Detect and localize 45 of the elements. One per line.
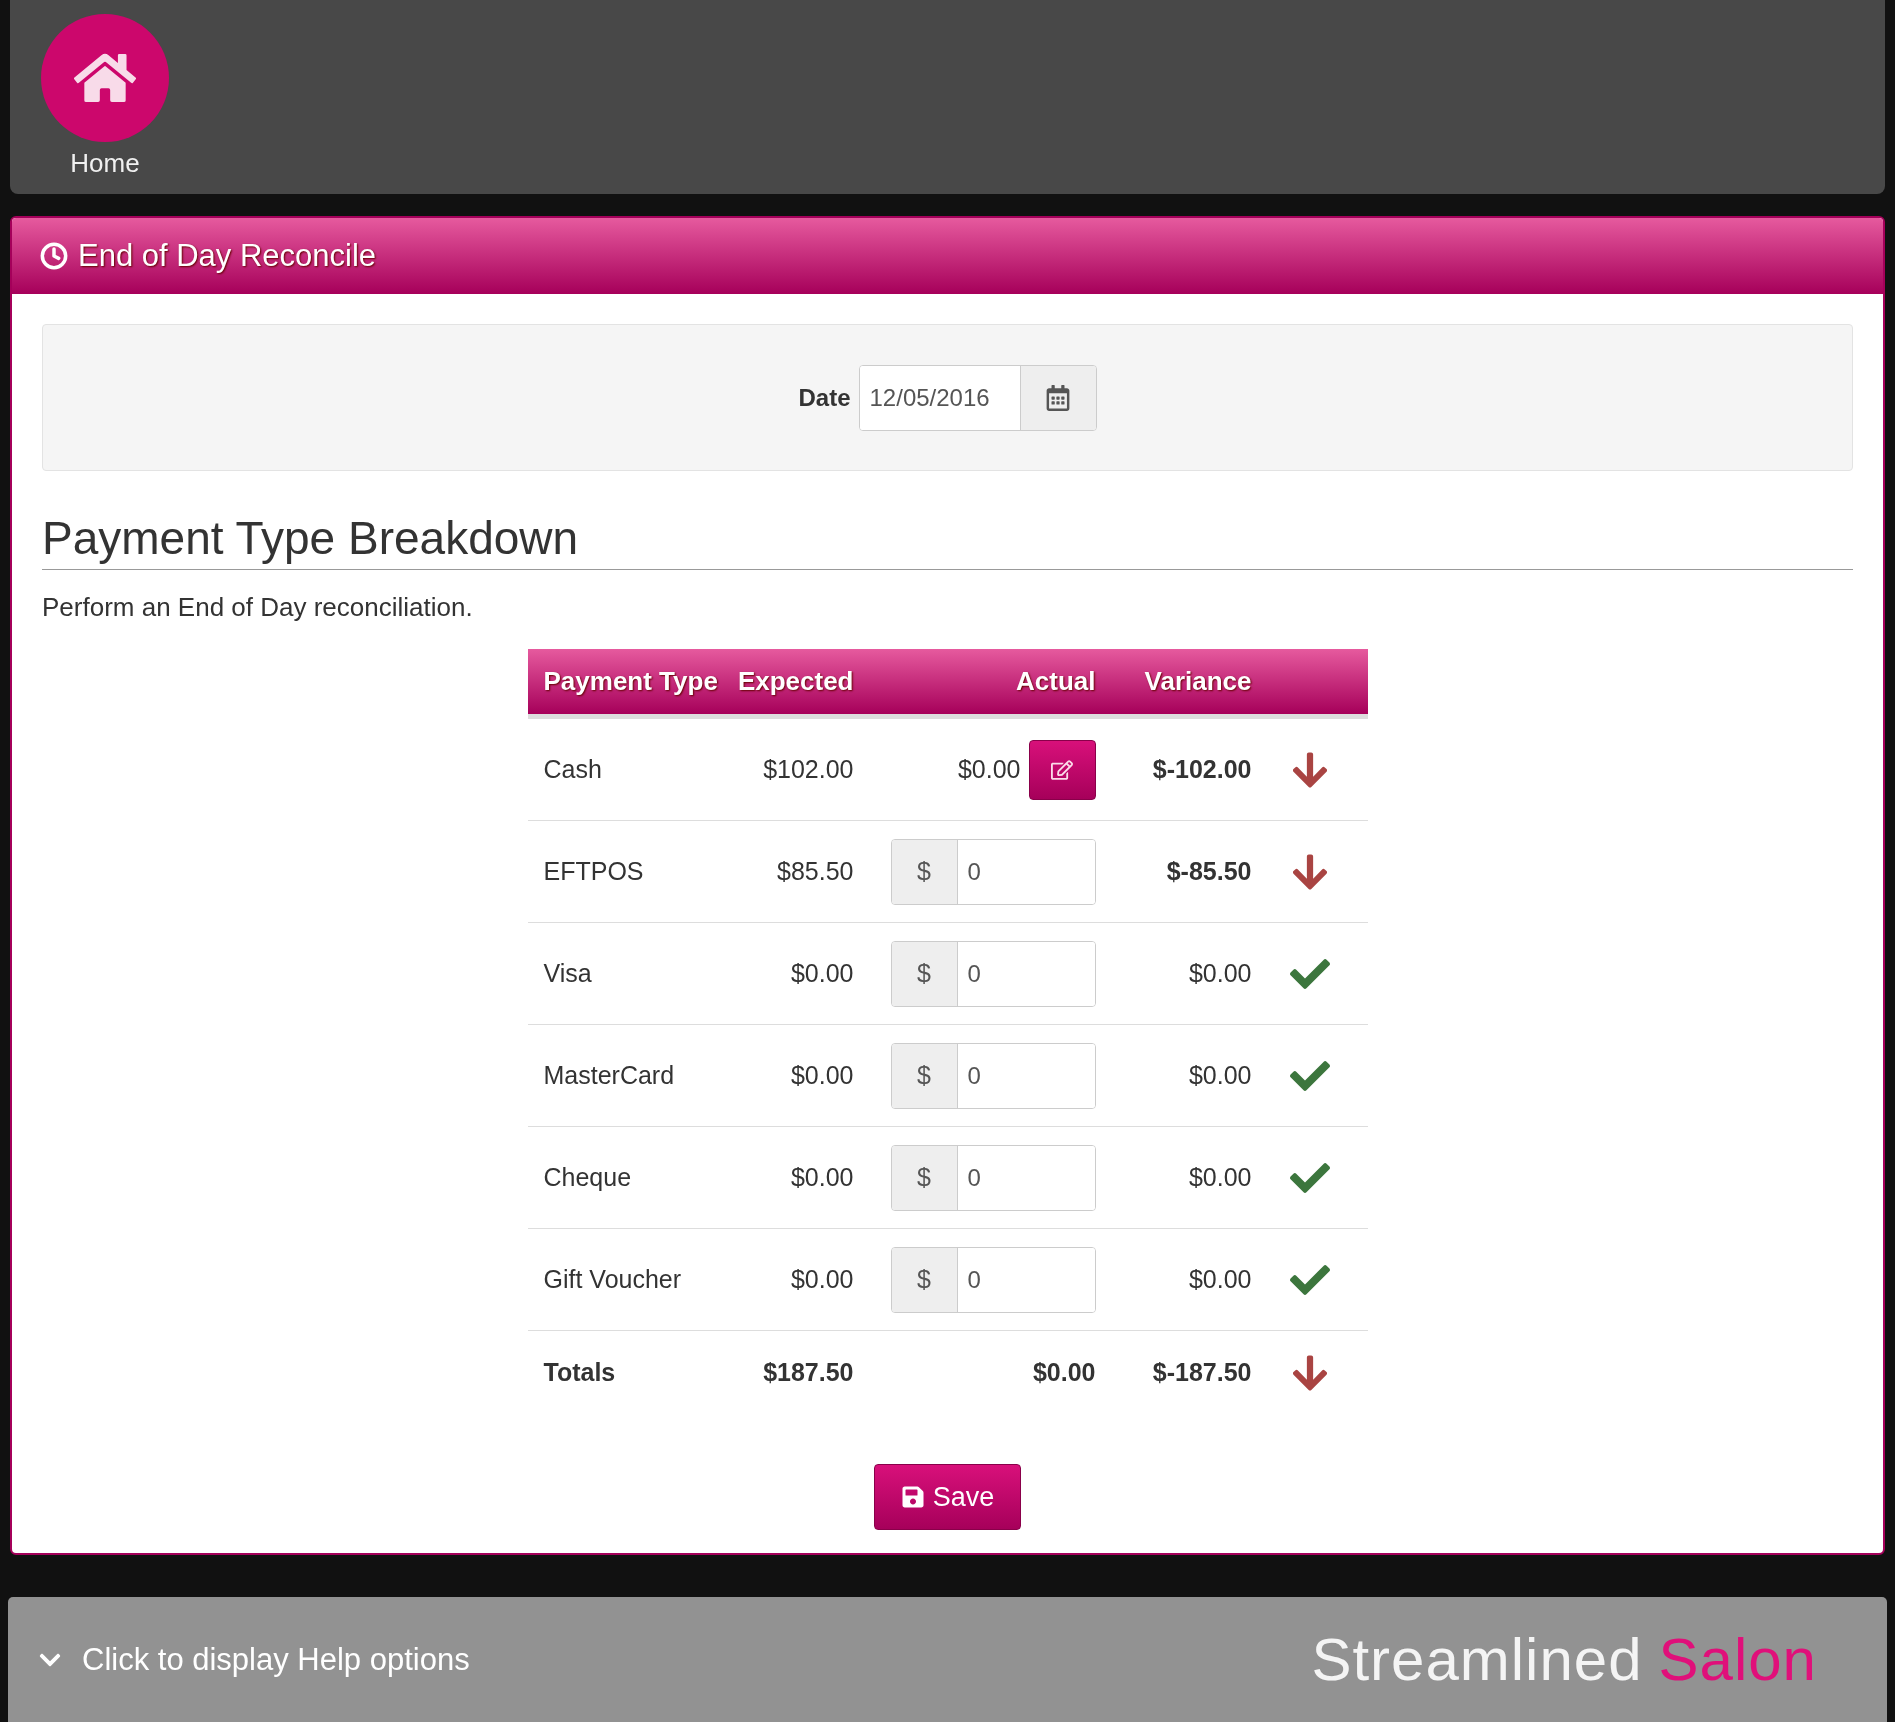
column-header: Payment Type xyxy=(542,665,718,699)
amount-input-field[interactable]: $ 0 xyxy=(890,1246,1096,1313)
section-heading: Payment Type Breakdown xyxy=(42,511,1853,571)
variance-cell: $0.00 xyxy=(1095,922,1252,1025)
save-button[interactable]: Save xyxy=(874,1464,1021,1531)
section-description: Perform an End of Day reconciliation. xyxy=(42,592,474,624)
payment-type-cell: EFTPOS xyxy=(527,820,718,923)
amount-input-field[interactable]: $ 0 xyxy=(890,1144,1096,1211)
amount-input-field[interactable]: $ 0 xyxy=(890,1042,1096,1109)
expected-cell: $85.50 xyxy=(717,820,862,923)
brand-logo: Streamlined Salon xyxy=(1311,1625,1817,1695)
edit-button[interactable] xyxy=(1028,739,1096,800)
date-label: Date xyxy=(798,383,851,412)
date-field[interactable]: 12/05/2016 xyxy=(858,364,1097,431)
column-header: Variance xyxy=(1143,665,1252,699)
expected-cell: $102.00 xyxy=(717,718,862,821)
payment-type-cell: Gift Voucher xyxy=(527,1228,718,1331)
actual-total: $0.00 xyxy=(861,1330,1096,1415)
amount-input-field[interactable]: $ 0 xyxy=(890,940,1096,1007)
variance-cell: $0.00 xyxy=(1095,1024,1252,1127)
clock-icon xyxy=(40,242,68,271)
expected-cell: $0.00 xyxy=(717,1126,862,1229)
actual-amount: $0.00 xyxy=(957,755,1021,785)
variance-cell: $0.00 xyxy=(1095,1228,1252,1331)
expected-total: $187.50 xyxy=(717,1330,862,1415)
variance-cell: $-102.00 xyxy=(1095,718,1252,821)
variance-total: $-187.50 xyxy=(1095,1330,1252,1415)
column-header: Actual xyxy=(1015,665,1096,699)
amount-input-field[interactable]: $ 0 xyxy=(890,838,1096,905)
calendar-icon xyxy=(1045,384,1071,411)
payment-type-cell: Cheque xyxy=(527,1126,718,1229)
save-icon xyxy=(900,1485,925,1510)
expected-cell: $0.00 xyxy=(717,922,862,1025)
payment-type-cell: Visa xyxy=(527,922,718,1025)
calendar-button[interactable] xyxy=(1019,365,1096,430)
variance-cell: $-85.50 xyxy=(1095,820,1252,923)
payment-type-cell: MasterCard xyxy=(527,1024,718,1127)
panel-title: End of Day Reconcile xyxy=(78,238,377,275)
variance-cell: $0.00 xyxy=(1095,1126,1252,1229)
column-header: Expected xyxy=(736,665,855,699)
edit-icon xyxy=(1051,758,1073,781)
payment-type-cell: Cash xyxy=(527,718,718,821)
expected-cell: $0.00 xyxy=(717,1228,862,1331)
totals-label: Totals xyxy=(527,1330,718,1415)
expected-cell: $0.00 xyxy=(717,1024,862,1127)
